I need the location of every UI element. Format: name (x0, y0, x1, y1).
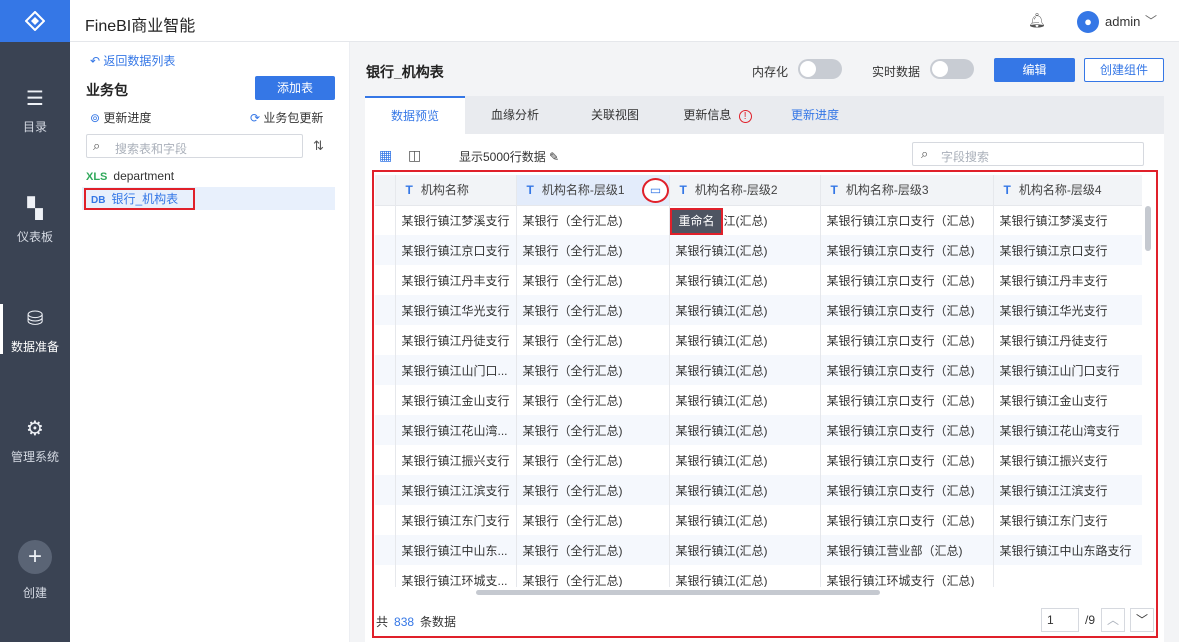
rows-limit[interactable]: 显示5000行数据 ✎ (459, 148, 559, 165)
tab-relation-view[interactable]: 关联视图 (575, 96, 655, 134)
table-title: 银行_机构表 (366, 64, 444, 80)
edit-button[interactable]: 编辑 (994, 58, 1075, 82)
nav-item-data-prep[interactable]: ⛁ 数据准备 (0, 308, 70, 355)
memory-toggle[interactable] (798, 59, 842, 79)
chevron-down-icon[interactable]: ﹀ (1130, 608, 1154, 632)
logo-icon (25, 11, 45, 31)
refresh-icon: ⟳ (250, 111, 264, 125)
realtime-label: 实时数据 (872, 65, 921, 79)
nav-label: 创建 (22, 586, 47, 600)
nav-item-catalog[interactable]: ☰ 目录 (0, 88, 70, 135)
row-count: 共 838 条数据 (376, 613, 456, 630)
tree-item-label: 银行_机构表 (111, 192, 179, 206)
tab-update-info-label: 更新信息 (683, 108, 732, 122)
nav-label: 数据准备 (10, 340, 59, 354)
nav-label: 管理系统 (10, 450, 59, 464)
package-update-label: 业务包更新 (263, 111, 324, 125)
toggle-knob (800, 61, 816, 77)
chevron-up-icon[interactable]: ︿ (1101, 608, 1125, 632)
card-view-icon[interactable]: ◫ (408, 147, 421, 164)
search-icon: ⌕ (93, 138, 101, 153)
search-placeholder: 搜索表和字段 (115, 142, 188, 156)
realtime-toggle[interactable] (930, 59, 974, 79)
nav-item-admin[interactable]: ⚙ 管理系统 (0, 418, 70, 465)
sidebar (70, 42, 350, 642)
back-label: 返回数据列表 (103, 54, 176, 68)
tab-bar: 数据预览 血缘分析 关联视图 更新信息 ! 更新进度 (365, 96, 1164, 134)
highlight-frame (372, 170, 1158, 638)
sort-icon[interactable]: ⇅ (313, 138, 324, 154)
update-progress-link[interactable]: ⊚ 更新进度 (90, 109, 151, 126)
table-search-input[interactable]: ⌕ 搜索表和字段 (86, 134, 303, 158)
user-name[interactable]: admin (1105, 14, 1140, 29)
list-icon: ☰ (26, 88, 44, 110)
gear-icon: ⚙ (26, 418, 44, 440)
page-number-input[interactable]: 1 (1041, 608, 1079, 632)
memory-label: 内存化 (752, 65, 789, 79)
update-progress-label: 更新进度 (103, 111, 152, 125)
search-icon: ⌕ (921, 146, 929, 161)
rename-icon[interactable]: ▭ (642, 178, 669, 203)
total-count: 838 (394, 615, 415, 629)
rows-limit-label: 显示5000行数据 (459, 150, 546, 164)
add-table-button[interactable]: 添加表 (255, 76, 335, 100)
avatar[interactable]: ● (1077, 11, 1099, 33)
chevron-down-icon[interactable]: ﹀ (1145, 12, 1157, 29)
total-prefix: 共 (376, 615, 389, 629)
tree-item-label: department (113, 169, 175, 183)
back-to-list-link[interactable]: ↶ 返回数据列表 (90, 52, 175, 69)
database-icon: ⛁ (26, 308, 44, 330)
field-search-placeholder: 字段搜索 (941, 150, 990, 164)
tab-data-preview[interactable]: 数据预览 (365, 96, 465, 134)
tab-lineage[interactable]: 血缘分析 (475, 96, 555, 134)
top-bar (70, 0, 1179, 42)
rename-tooltip: 重命名 (670, 208, 723, 235)
app-logo[interactable] (0, 0, 70, 42)
package-title: 业务包 (86, 82, 128, 98)
nav-label: 仪表板 (16, 230, 53, 244)
tree-item-bank-table[interactable]: DB 银行_机构表 (84, 188, 195, 210)
xls-icon: XLS (86, 171, 108, 183)
nav-item-create[interactable]: + 创建 (0, 540, 70, 601)
nav-label: 目录 (22, 120, 47, 134)
pencil-icon: ✎ (549, 150, 560, 164)
info-alert-icon: ! (738, 110, 752, 123)
package-update-link[interactable]: ⟳ 业务包更新 (250, 109, 323, 126)
dashboard-icon: ▚ (27, 198, 43, 220)
progress-icon: ⊚ (90, 111, 104, 125)
db-icon: DB (91, 195, 106, 206)
plus-icon: + (18, 540, 52, 574)
field-search-input[interactable]: ⌕ 字段搜索 (912, 142, 1144, 166)
grid-view-icon[interactable]: ▦ (379, 147, 392, 164)
create-component-button[interactable]: 创建组件 (1084, 58, 1164, 82)
toggle-knob (932, 61, 948, 77)
app-title: FineBI商业智能 (85, 18, 196, 35)
page-total: /9 (1085, 613, 1096, 627)
total-suffix: 条数据 (420, 615, 457, 629)
tree-item-department[interactable]: XLS department (86, 166, 336, 186)
bell-icon[interactable]: 🔔︎ (1028, 12, 1046, 29)
tab-update-info[interactable]: 更新信息 ! (670, 96, 765, 134)
tab-update-progress[interactable]: 更新进度 (775, 96, 855, 134)
nav-item-dashboard[interactable]: ▚ 仪表板 (0, 198, 70, 245)
back-arrow-icon: ↶ (90, 54, 104, 68)
